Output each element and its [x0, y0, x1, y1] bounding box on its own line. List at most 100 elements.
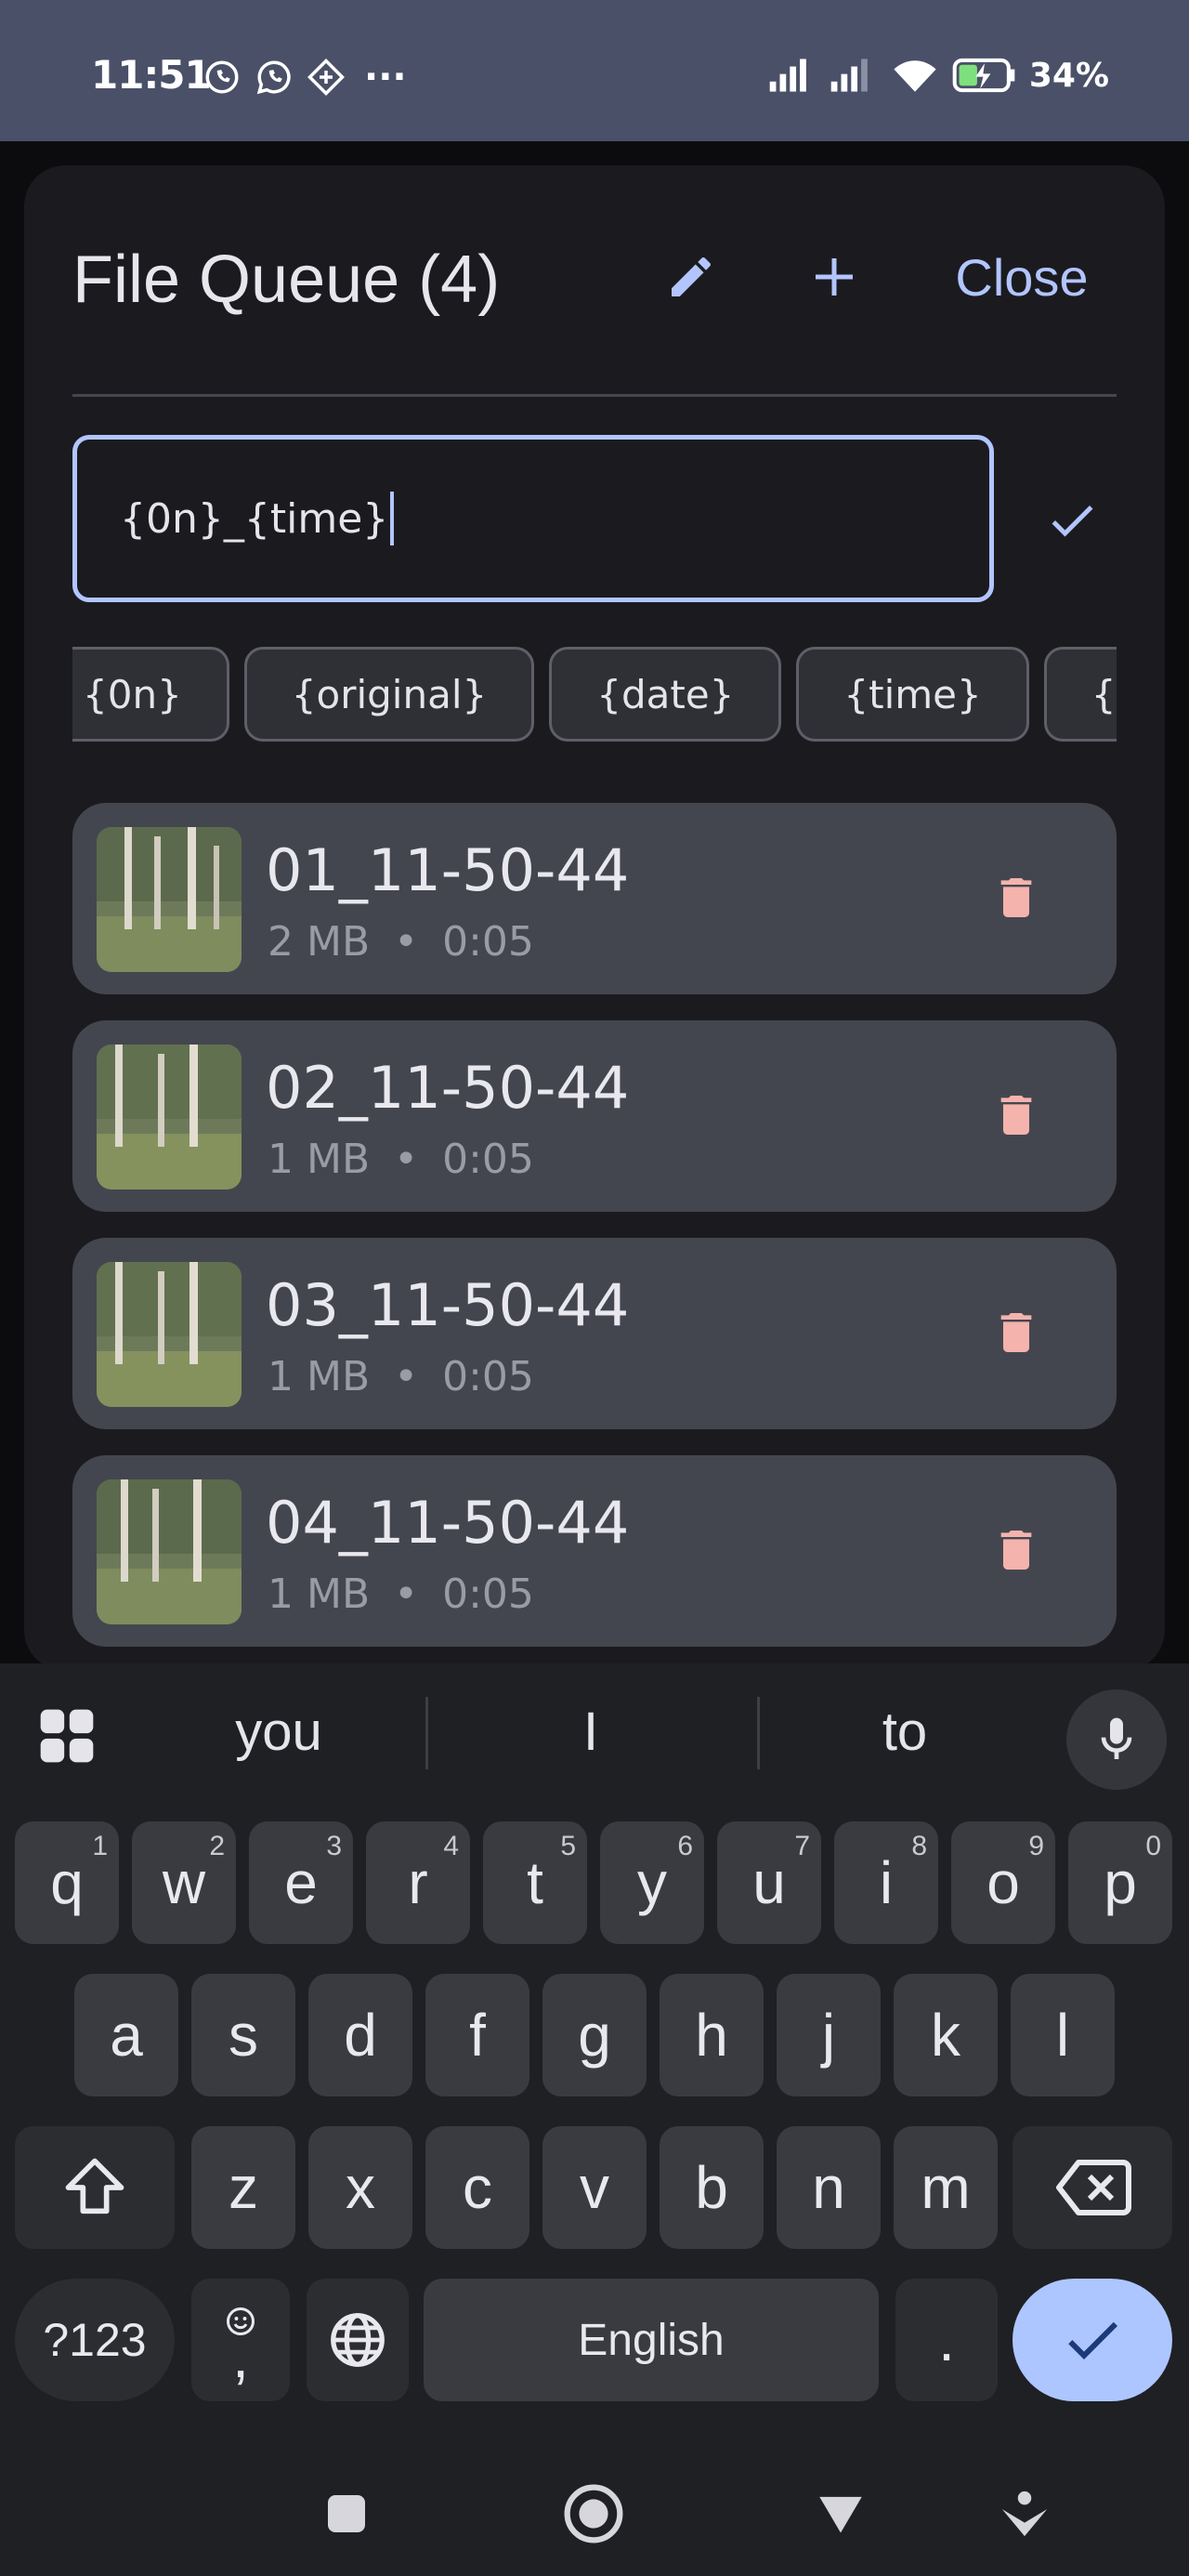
key-o[interactable]: o9 — [951, 1821, 1055, 1944]
home-circle-icon — [564, 2484, 623, 2543]
list-item[interactable]: 01_11-50-44 2 MB • 0:05 — [72, 803, 1117, 994]
key-r[interactable]: r4 — [366, 1821, 470, 1944]
key-hint: 5 — [560, 1831, 576, 1861]
diamond-app-icon — [307, 59, 345, 96]
square-icon — [328, 2495, 365, 2532]
file-name: 01_11-50-44 — [266, 836, 630, 904]
plus-icon — [816, 258, 853, 296]
keyboard-apps-icon[interactable] — [35, 1704, 98, 1768]
confirm-rename-button[interactable] — [1037, 485, 1107, 556]
text-caret — [390, 492, 395, 545]
back-button[interactable] — [808, 2481, 873, 2546]
key-h[interactable]: h — [660, 1974, 764, 2096]
recents-button[interactable] — [314, 2481, 379, 2546]
edit-button[interactable] — [654, 240, 728, 314]
signal-icon-2 — [830, 59, 868, 92]
file-name: 04_11-50-44 — [266, 1489, 630, 1557]
period-key[interactable]: . — [895, 2279, 998, 2401]
rename-template-value: {0n}_{time} — [120, 494, 389, 543]
key-d[interactable]: d — [308, 1974, 412, 2096]
key-i[interactable]: i8 — [834, 1821, 938, 1944]
divider — [72, 394, 1117, 397]
key-s[interactable]: s — [191, 1974, 295, 2096]
key-a[interactable]: a — [74, 1974, 178, 2096]
accessibility-button[interactable] — [992, 2481, 1057, 2546]
whatsapp-icon — [256, 60, 291, 95]
list-item[interactable]: 03_11-50-44 1 MB • 0:05 — [72, 1238, 1117, 1429]
key-n[interactable]: n — [777, 2126, 881, 2249]
add-button[interactable] — [797, 240, 871, 314]
close-button[interactable]: Close — [938, 240, 1105, 314]
chip-datetime[interactable]: {datetime} — [1043, 647, 1117, 742]
file-size: 1 MB — [268, 1571, 371, 1618]
globe-icon — [331, 2313, 385, 2367]
voice-input-button[interactable] — [1066, 1689, 1167, 1790]
key-label: i — [879, 1849, 894, 1916]
meta-separator: • — [394, 1136, 419, 1183]
key-label: t — [527, 1849, 543, 1916]
key-v[interactable]: v — [542, 2126, 647, 2249]
enter-key[interactable] — [1013, 2279, 1172, 2401]
key-e[interactable]: e3 — [249, 1821, 353, 1944]
key-y[interactable]: y6 — [600, 1821, 704, 1944]
key-q[interactable]: q1 — [15, 1821, 119, 1944]
key-w[interactable]: w2 — [132, 1821, 236, 1944]
file-size: 1 MB — [268, 1136, 371, 1183]
key-f[interactable]: f — [425, 1974, 529, 2096]
home-button[interactable] — [561, 2481, 626, 2546]
key-g[interactable]: g — [542, 1974, 647, 2096]
key-k[interactable]: k — [894, 1974, 998, 2096]
key-hint: 2 — [209, 1831, 225, 1861]
chip-original[interactable]: {original} — [243, 647, 535, 742]
meta-separator: • — [394, 1353, 419, 1400]
video-thumbnail — [97, 827, 242, 972]
suggestion-2[interactable]: I — [498, 1701, 684, 1763]
shift-key[interactable] — [15, 2126, 175, 2249]
chip-time[interactable]: {time} — [796, 647, 1029, 742]
key-hint: 0 — [1145, 1831, 1161, 1861]
key-j[interactable]: j — [777, 1974, 881, 2096]
key-l[interactable]: l — [1011, 1974, 1115, 2096]
backspace-key[interactable] — [1013, 2126, 1172, 2249]
list-item[interactable]: 02_11-50-44 1 MB • 0:05 — [72, 1020, 1117, 1212]
wifi-icon — [894, 60, 936, 92]
trash-icon — [1000, 878, 1032, 917]
file-duration: 0:05 — [442, 1136, 534, 1183]
key-label: y — [637, 1849, 667, 1916]
suggestion-3[interactable]: to — [812, 1701, 998, 1763]
space-key[interactable]: English — [424, 2279, 879, 2401]
chip-0n[interactable]: {0n} — [72, 647, 229, 742]
key-z[interactable]: z — [191, 2126, 295, 2249]
delete-button[interactable] — [979, 1295, 1053, 1370]
delete-button[interactable] — [979, 861, 1053, 935]
triangle-down-icon — [819, 2496, 862, 2533]
key-c[interactable]: c — [425, 2126, 529, 2249]
notification-icons: ··· — [203, 58, 407, 97]
video-thumbnail — [97, 1479, 242, 1624]
key-t[interactable]: t5 — [483, 1821, 587, 1944]
language-key[interactable] — [307, 2279, 409, 2401]
chip-date[interactable]: {date} — [549, 647, 782, 742]
suggestion-1[interactable]: you — [186, 1701, 372, 1763]
signal-icon — [769, 59, 806, 92]
key-label: r — [408, 1849, 428, 1916]
key-hint: 3 — [326, 1831, 342, 1861]
delete-button[interactable] — [979, 1513, 1053, 1587]
pencil-icon — [672, 256, 711, 296]
key-b[interactable]: b — [660, 2126, 764, 2249]
symbols-key[interactable]: ?123 — [15, 2279, 175, 2401]
file-meta: 2 MB • 0:05 — [268, 918, 534, 966]
key-m[interactable]: m — [894, 2126, 998, 2249]
key-x[interactable]: x — [308, 2126, 412, 2249]
key-p[interactable]: p0 — [1068, 1821, 1172, 1944]
rename-template-input[interactable]: {0n}_{time} — [72, 435, 994, 602]
trash-icon — [1000, 1531, 1032, 1570]
list-item[interactable]: 04_11-50-44 1 MB • 0:05 — [72, 1455, 1117, 1647]
key-u[interactable]: u7 — [717, 1821, 821, 1944]
key-label: w — [162, 1849, 206, 1916]
key-label: p — [1104, 1849, 1137, 1916]
file-meta: 1 MB • 0:05 — [268, 1571, 534, 1618]
delete-button[interactable] — [979, 1078, 1053, 1152]
file-name: 03_11-50-44 — [266, 1271, 630, 1339]
emoji-comma-key[interactable]: , — [191, 2279, 290, 2401]
